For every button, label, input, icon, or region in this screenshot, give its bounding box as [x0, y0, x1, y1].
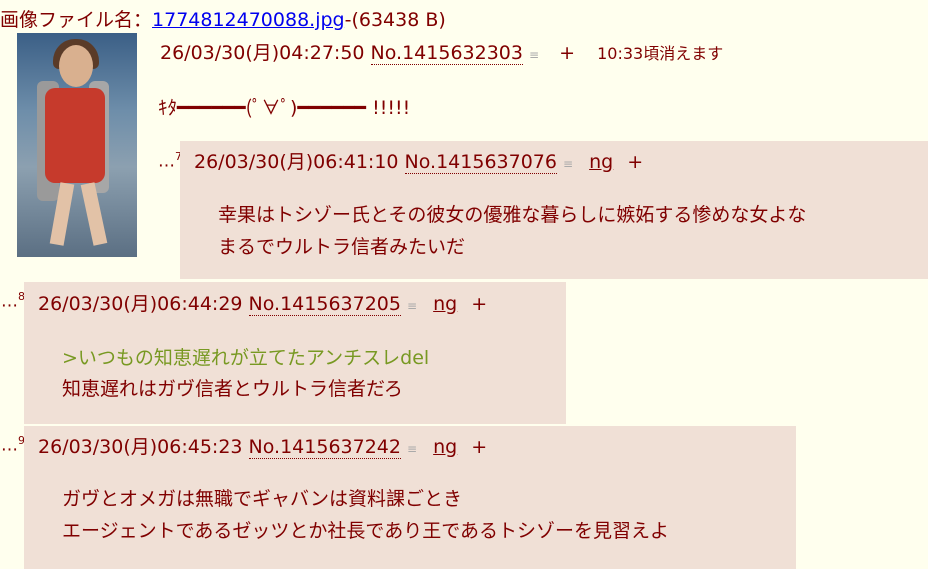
reply-post: 26/03/30(月)06:41:10 No.1415637076 ≡ ng +… — [180, 141, 928, 279]
reply-line: まるでウルトラ信者みたいだ — [218, 236, 466, 258]
file-link[interactable]: 1774812470088.jpg — [152, 9, 345, 31]
reply-dots: …8 — [1, 290, 25, 312]
op-number[interactable]: No.1415632303 — [370, 42, 523, 65]
del-icon[interactable]: ≡ — [407, 442, 417, 456]
quote-line: >いつもの知恵遅れが立てたアンチスレdel — [62, 347, 430, 369]
op-plus-button[interactable]: + — [559, 42, 575, 64]
file-size: -(63438 B) — [344, 9, 446, 31]
reply-line: 知恵遅れはガヴ信者とウルトラ信者だろ — [62, 378, 403, 400]
plus-button[interactable]: + — [627, 151, 643, 173]
plus-button[interactable]: + — [471, 293, 487, 315]
reply-number[interactable]: No.1415637205 — [248, 293, 401, 316]
del-icon[interactable]: ≡ — [529, 48, 539, 62]
ng-link[interactable]: ng — [433, 436, 457, 458]
ng-link[interactable]: ng — [433, 293, 457, 315]
del-icon[interactable]: ≡ — [407, 299, 417, 313]
op-body: ｷﾀ━━━━━━(ﾟ∀ﾟ)━━━━━━ !!!!! — [158, 97, 411, 119]
reply-date: 26/03/30(月)06:44:29 — [38, 293, 243, 315]
reply-post: 26/03/30(月)06:45:23 No.1415637242 ≡ ng +… — [24, 426, 796, 569]
reply-post: 26/03/30(月)06:44:29 No.1415637205 ≡ ng +… — [24, 282, 566, 424]
del-icon[interactable]: ≡ — [563, 157, 573, 171]
reply-line: エージェントであるゼッツとか社長であり王であるトシゾーを見習えよ — [62, 520, 670, 542]
reply-line: 幸果はトシゾー氏とその彼女の優雅な暮らしに嫉妬する惨めな女よな — [218, 204, 807, 226]
file-label: 画像ファイル名： — [0, 9, 153, 31]
op-header: 26/03/30(月)04:27:50 No.1415632303 ≡ + 10… — [160, 38, 723, 65]
reply-header: 26/03/30(月)06:41:10 No.1415637076 ≡ ng + — [194, 147, 643, 174]
plus-button[interactable]: + — [471, 436, 487, 458]
op-expire: 10:33頃消えます — [597, 44, 724, 63]
ng-link[interactable]: ng — [589, 151, 613, 173]
op-date: 26/03/30(月)04:27:50 — [160, 42, 365, 64]
thumbnail-image[interactable] — [17, 33, 137, 257]
reply-number[interactable]: No.1415637076 — [404, 151, 557, 174]
reply-header: 26/03/30(月)06:44:29 No.1415637205 ≡ ng + — [38, 289, 487, 316]
reply-number[interactable]: No.1415637242 — [248, 436, 401, 459]
reply-dots: …7 — [158, 150, 182, 172]
file-info: 画像ファイル名：1774812470088.jpg-(63438 B) — [0, 5, 446, 32]
reply-header: 26/03/30(月)06:45:23 No.1415637242 ≡ ng + — [38, 432, 487, 459]
reply-dots: …9 — [1, 434, 25, 456]
reply-date: 26/03/30(月)06:41:10 — [194, 151, 399, 173]
reply-date: 26/03/30(月)06:45:23 — [38, 436, 243, 458]
reply-line: ガヴとオメガは無職でギャバンは資料課ごとき — [62, 488, 462, 510]
